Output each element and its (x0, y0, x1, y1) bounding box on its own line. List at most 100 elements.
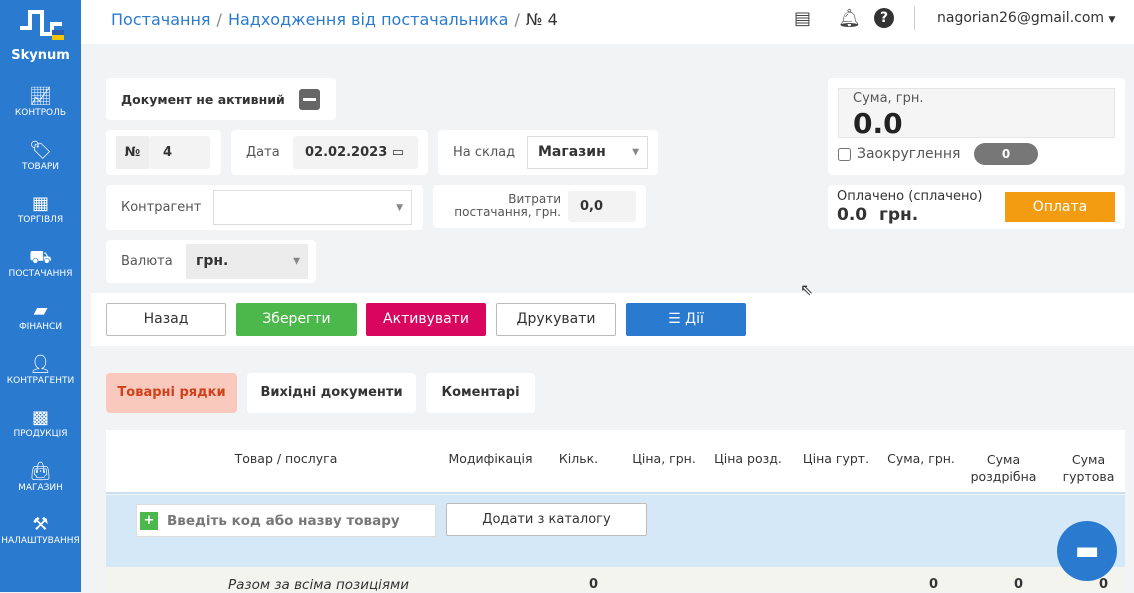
sidebar-item-6[interactable]: ▩ ПРОДУКЦІЯ (0, 407, 81, 439)
sum-value: 0.0 (853, 107, 903, 140)
sidebar-item-label: МАГАЗИН (18, 482, 63, 493)
chat-bubble-icon: ▬ (1074, 536, 1100, 566)
date-input[interactable]: 02.02.2023 ▭ (293, 136, 418, 169)
status-text: Документ не активний (121, 92, 285, 107)
product-search-input[interactable]: + Введіть код або назву товару (136, 504, 436, 537)
totals-label: Разом за всіма позиціями (228, 577, 410, 593)
sidebar-item-1[interactable]: 🏷︎ ТОВАРИ (0, 140, 81, 172)
sidebar-item-5[interactable]: 👤︎ КОНТРАГЕНТИ (0, 354, 81, 386)
sum-box: Сума, грн. 0.0 (838, 88, 1115, 140)
table-header: Товар / послуга Модифікація Кільк. Ціна,… (106, 430, 1125, 494)
col-sum: Сума, грн. (887, 451, 955, 466)
sidebar-item-label: КОНТРОЛЬ (14, 108, 67, 118)
counterparty-select[interactable]: ▼ (213, 190, 412, 225)
factory-icon: ▩ (31, 407, 49, 428)
breadcrumb-supply[interactable]: Постачання (111, 10, 211, 29)
chat-button[interactable]: ▬ (1057, 521, 1117, 581)
wallet-icon: ▰ (33, 300, 48, 321)
user-email: nagorian26@gmail.com (937, 10, 1105, 26)
sidebar-item-4[interactable]: ▰ ФІНАНСИ (0, 300, 81, 332)
actions-label: Дії (685, 311, 704, 327)
checklist-icon: ☰ (668, 311, 681, 327)
calendar-icon[interactable]: ▭ (392, 145, 404, 160)
sidebar-item-2[interactable]: ▦ ТОРГІВЛЯ (0, 193, 81, 225)
inactive-toggle[interactable] (299, 89, 320, 110)
bell-icon[interactable]: 🔔︎ (838, 8, 861, 29)
warehouse-select[interactable]: Магазин ▼ (527, 136, 648, 169)
add-row: + Введіть код або назву товару Додати з … (106, 495, 1125, 567)
logo-icon (19, 10, 64, 40)
currency-select[interactable]: грн. ▼ (186, 244, 308, 279)
totals-row: Разом за всіма позиціями 0 0 0 0 (106, 567, 1125, 593)
col-price: Ціна, грн. (632, 451, 696, 466)
date-label: Дата (246, 145, 280, 160)
date-value: 02.02.2023 (305, 145, 388, 160)
print-button[interactable]: Друкувати (496, 303, 616, 336)
sidebar-item-3[interactable]: ⛟ ПОСТАЧАННЯ (0, 247, 81, 279)
shop-bag-icon: 👜︎ (29, 460, 52, 482)
currency-value: грн. (196, 253, 229, 269)
sum-card: Сума, грн. 0.0 Заокруглення 0 (828, 78, 1125, 175)
sidebar: Skynum 📈︎ КОНТРОЛЬ 🏷︎ ТОВАРИ ▦ ТОРГІВЛЯ ⛟ ПОСТА… (0, 0, 81, 592)
breadcrumb-receipts[interactable]: Надходження від постачальника (228, 10, 509, 29)
col-retail-price: Ціна розд. (714, 451, 782, 466)
status-card: Документ не активний (106, 78, 336, 120)
hammer-icon: ⚒ (32, 514, 49, 535)
number-label: № (116, 136, 149, 169)
person-icon: 👤︎ (29, 353, 52, 375)
col-qty: Кільк. (558, 451, 599, 466)
action-bar: Назад Зберегти Активувати Друкувати ☰ Ді… (91, 293, 1134, 346)
costs-card: Витрати постачання, грн. 0,0 (433, 185, 646, 228)
pay-button[interactable]: Оплата (1005, 192, 1115, 222)
paid-value: 0.0 грн. (837, 205, 919, 225)
help-icon[interactable]: ? (874, 8, 894, 28)
breadcrumb-current: № 4 (525, 10, 558, 29)
tag-icon: 🏷︎ (29, 139, 52, 161)
chart-up-icon: 📈︎ (29, 86, 52, 107)
tab-comments[interactable]: Коментарі (426, 373, 535, 413)
warehouse-label: На склад (453, 145, 516, 160)
tab-product-lines[interactable]: Товарні рядки (106, 373, 237, 413)
actions-button[interactable]: ☰ Дії (626, 303, 746, 336)
search-placeholder: Введіть код або назву товару (167, 513, 400, 529)
sidebar-item-label: ТОРГІВЛЯ (17, 215, 64, 225)
number-card: № 4 (106, 130, 221, 175)
rounding-label: Заокруглення (857, 146, 961, 162)
user-menu[interactable]: nagorian26@gmail.com ▼ (937, 10, 1115, 26)
total-sum: 0 (929, 577, 939, 592)
plus-icon: + (140, 512, 158, 530)
counterparty-card: Контрагент ▼ (106, 185, 423, 230)
sidebar-item-label: ПРОДУКЦІЯ (13, 429, 68, 439)
warehouse-card: На склад Магазин ▼ (438, 130, 658, 175)
total-wholesale: 0 (1099, 577, 1109, 592)
sidebar-item-8[interactable]: ⚒ НАЛАШТУВАННЯ (0, 514, 81, 546)
back-button[interactable]: Назад (106, 303, 226, 336)
paid-card: Оплачено (сплачено) 0.0 грн. Оплата (828, 185, 1125, 229)
rounding-checkbox[interactable] (838, 148, 851, 161)
caret-down-icon: ▼ (1108, 15, 1116, 25)
caret-down-icon: ▼ (632, 147, 639, 157)
col-retail-sum: Сума роздрібна (970, 452, 1037, 484)
sidebar-item-0[interactable]: 📈︎ КОНТРОЛЬ (0, 86, 81, 118)
col-modification: Модифікація (448, 451, 533, 466)
add-from-catalog-button[interactable]: Додати з каталогу (446, 503, 647, 536)
truck-icon: ⛟ (29, 246, 52, 268)
costs-input[interactable]: 0,0 (568, 191, 636, 222)
sidebar-item-label: НАЛАШТУВАННЯ (1, 536, 80, 546)
sidebar-item-label: ПОСТАЧАННЯ (8, 268, 73, 279)
brand-name: Skynum (11, 48, 70, 63)
activate-button[interactable]: Активувати (366, 303, 486, 336)
sidebar-item-7[interactable]: 👜︎ МАГАЗИН (0, 461, 81, 493)
header: Постачання / Надходження від постачальника… (81, 0, 1134, 44)
col-wholesale-price: Ціна гурт. (802, 451, 870, 466)
save-button[interactable]: Зберегти (236, 303, 357, 336)
total-qty: 0 (589, 577, 599, 592)
caret-down-icon: ▼ (396, 202, 403, 213)
cash-register-icon: ▦ (31, 193, 49, 214)
breadcrumb: Постачання / Надходження від постачальника… (111, 10, 558, 29)
rounding-value[interactable]: 0 (974, 143, 1038, 165)
tab-output-documents[interactable]: Вихідні документи (247, 373, 416, 413)
logo[interactable]: Skynum (0, 8, 81, 63)
list-icon[interactable]: ▤ (794, 8, 811, 29)
number-input[interactable]: 4 (149, 136, 210, 169)
